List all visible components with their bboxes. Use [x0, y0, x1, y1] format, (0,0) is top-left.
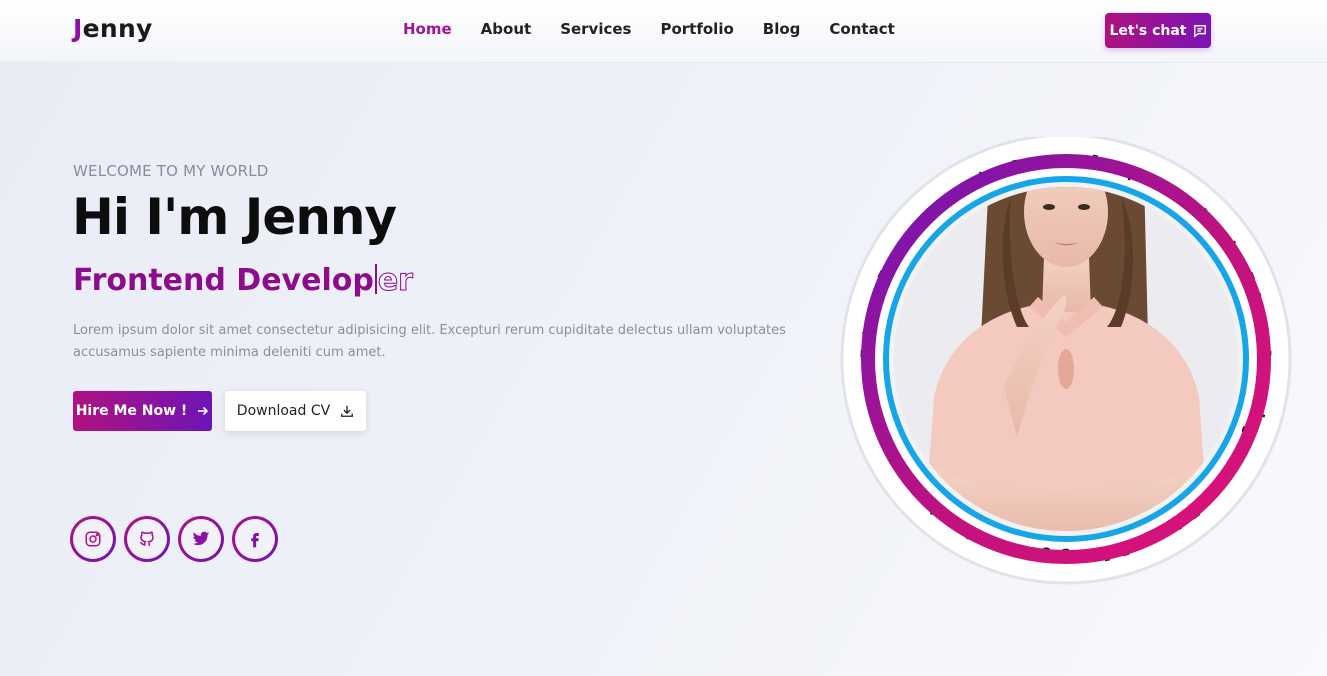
hire-me-label: Hire Me Now !: [75, 403, 188, 419]
nav-contact[interactable]: Contact: [829, 20, 894, 38]
lets-chat-button[interactable]: Let's chat: [1105, 13, 1211, 48]
social-links: [70, 516, 278, 562]
chat-bubble-icon: [1193, 24, 1206, 38]
nav-services[interactable]: Services: [560, 20, 631, 38]
rotating-text-ring: I'm Frontend Developer And I'm Designer …: [840, 137, 1292, 585]
welcome-text: WELCOME TO MY WORLD: [73, 162, 269, 180]
download-cv-label: Download CV: [236, 403, 331, 419]
role-typed-text: Frontend Develop: [73, 263, 374, 298]
twitter-icon: [192, 531, 210, 546]
portrait-badge: I'm Frontend Developer And I'm Designer …: [839, 137, 1293, 591]
role-tail-text: er: [377, 263, 413, 299]
download-cv-button[interactable]: Download CV: [225, 391, 366, 431]
github-link[interactable]: [124, 516, 170, 562]
typing-cursor: [374, 264, 377, 294]
logo[interactable]: Jenny: [73, 14, 153, 43]
github-icon: [139, 531, 154, 546]
arrow-right-icon: [198, 406, 209, 416]
hero-description: Lorem ipsum dolor sit amet consectetur a…: [73, 323, 786, 360]
nav-home[interactable]: Home: [403, 20, 452, 38]
lets-chat-label: Let's chat: [1109, 22, 1187, 39]
logo-rest: enny: [82, 14, 153, 43]
hire-me-button[interactable]: Hire Me Now !: [73, 391, 212, 431]
facebook-link[interactable]: [232, 516, 278, 562]
site-header: Jenny Home About Services Portfolio Blog…: [0, 0, 1327, 63]
nav-blog[interactable]: Blog: [763, 20, 801, 38]
nav-about[interactable]: About: [481, 20, 532, 38]
download-icon: [341, 405, 354, 417]
instagram-icon: [85, 531, 101, 547]
facebook-icon: [251, 533, 259, 548]
twitter-link[interactable]: [178, 516, 224, 562]
instagram-link[interactable]: [70, 516, 116, 562]
hero-title: Hi I'm Jenny: [72, 188, 397, 246]
nav-portfolio[interactable]: Portfolio: [660, 20, 733, 38]
main-nav: Home About Services Portfolio Blog Conta…: [403, 20, 924, 38]
hero-role: Frontend Develop er: [73, 263, 413, 299]
logo-initial: J: [73, 14, 83, 43]
